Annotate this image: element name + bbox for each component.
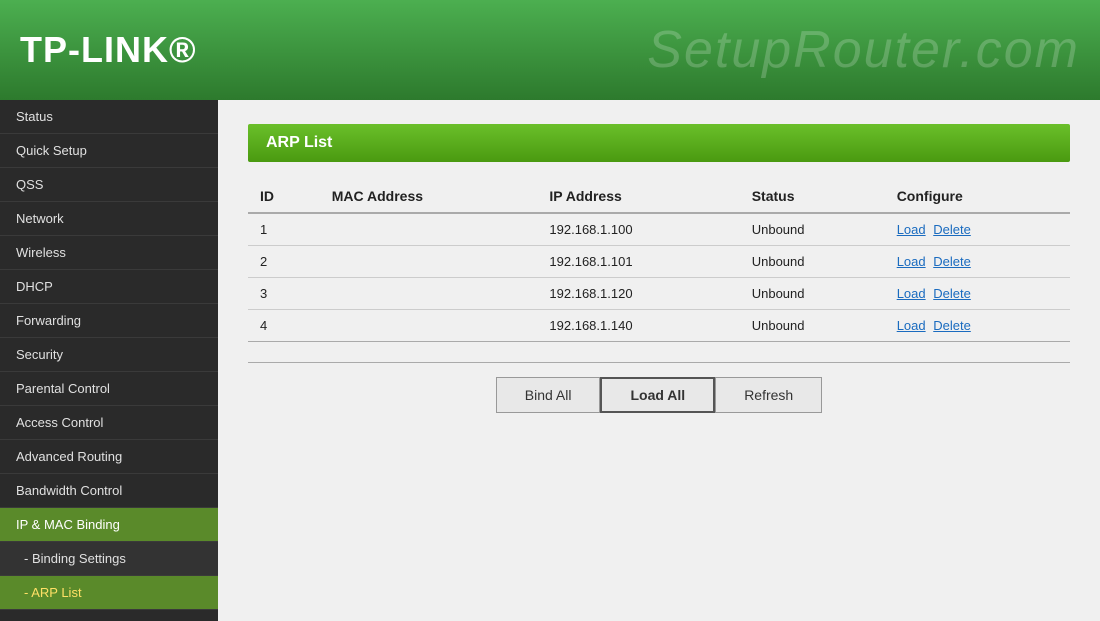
col-header-id: ID (248, 180, 320, 213)
arp-table: ID MAC Address IP Address Status Configu… (248, 180, 1070, 342)
cell-status: Unbound (740, 310, 885, 342)
logo-text: TP-LINK (20, 29, 169, 70)
main-layout: Status Quick Setup QSS Network Wireless … (0, 100, 1100, 621)
table-row: 2 192.168.1.101 Unbound Load Delete (248, 246, 1070, 278)
header: TP-LINK® SetupRouter.com (0, 0, 1100, 100)
bind-all-button[interactable]: Bind All (496, 377, 601, 413)
sidebar-item-quick-setup[interactable]: Quick Setup (0, 134, 218, 168)
col-header-configure: Configure (885, 180, 1070, 213)
table-row: 1 192.168.1.100 Unbound Load Delete (248, 213, 1070, 246)
sidebar-item-access-control[interactable]: Access Control (0, 406, 218, 440)
cell-ip: 192.168.1.101 (537, 246, 739, 278)
sidebar-item-binding-settings[interactable]: - Binding Settings (0, 542, 218, 576)
cell-configure: Load Delete (885, 213, 1070, 246)
table-row: 3 192.168.1.120 Unbound Load Delete (248, 278, 1070, 310)
divider (248, 362, 1070, 363)
cell-id: 1 (248, 213, 320, 246)
delete-link-2[interactable]: Delete (933, 254, 971, 269)
sidebar-item-dynamic-dns[interactable]: Dynamic DNS (0, 610, 218, 621)
cell-configure: Load Delete (885, 246, 1070, 278)
sidebar: Status Quick Setup QSS Network Wireless … (0, 100, 218, 621)
cell-configure: Load Delete (885, 278, 1070, 310)
col-header-status: Status (740, 180, 885, 213)
delete-link-4[interactable]: Delete (933, 318, 971, 333)
cell-ip: 192.168.1.120 (537, 278, 739, 310)
load-link-2[interactable]: Load (897, 254, 926, 269)
sidebar-item-qss[interactable]: QSS (0, 168, 218, 202)
sidebar-item-security[interactable]: Security (0, 338, 218, 372)
delete-link-3[interactable]: Delete (933, 286, 971, 301)
sidebar-item-status[interactable]: Status (0, 100, 218, 134)
cell-configure: Load Delete (885, 310, 1070, 342)
content-area: ARP List ID MAC Address IP Address Statu… (218, 100, 1100, 621)
cell-id: 3 (248, 278, 320, 310)
sidebar-item-network[interactable]: Network (0, 202, 218, 236)
cell-mac (320, 278, 538, 310)
sidebar-item-parental-control[interactable]: Parental Control (0, 372, 218, 406)
cell-mac (320, 213, 538, 246)
cell-id: 2 (248, 246, 320, 278)
cell-status: Unbound (740, 278, 885, 310)
load-link-3[interactable]: Load (897, 286, 926, 301)
load-all-button[interactable]: Load All (600, 377, 715, 413)
sidebar-item-advanced-routing[interactable]: Advanced Routing (0, 440, 218, 474)
sidebar-item-dhcp[interactable]: DHCP (0, 270, 218, 304)
sidebar-item-bandwidth-control[interactable]: Bandwidth Control (0, 474, 218, 508)
table-row: 4 192.168.1.140 Unbound Load Delete (248, 310, 1070, 342)
watermark: SetupRouter.com (647, 20, 1080, 80)
cell-status: Unbound (740, 213, 885, 246)
logo: TP-LINK® (20, 29, 197, 71)
sidebar-item-arp-list[interactable]: - ARP List (0, 576, 218, 610)
load-link-1[interactable]: Load (897, 222, 926, 237)
sidebar-item-forwarding[interactable]: Forwarding (0, 304, 218, 338)
section-title: ARP List (248, 124, 1070, 162)
load-link-4[interactable]: Load (897, 318, 926, 333)
sidebar-item-ip-mac-binding[interactable]: IP & MAC Binding (0, 508, 218, 542)
delete-link-1[interactable]: Delete (933, 222, 971, 237)
col-header-ip: IP Address (537, 180, 739, 213)
logo-symbol: ® (169, 29, 197, 70)
cell-ip: 192.168.1.140 (537, 310, 739, 342)
cell-id: 4 (248, 310, 320, 342)
refresh-button[interactable]: Refresh (715, 377, 822, 413)
cell-mac (320, 310, 538, 342)
cell-mac (320, 246, 538, 278)
cell-ip: 192.168.1.100 (537, 213, 739, 246)
button-row: Bind All Load All Refresh (248, 377, 1070, 413)
sidebar-item-wireless[interactable]: Wireless (0, 236, 218, 270)
cell-status: Unbound (740, 246, 885, 278)
col-header-mac: MAC Address (320, 180, 538, 213)
